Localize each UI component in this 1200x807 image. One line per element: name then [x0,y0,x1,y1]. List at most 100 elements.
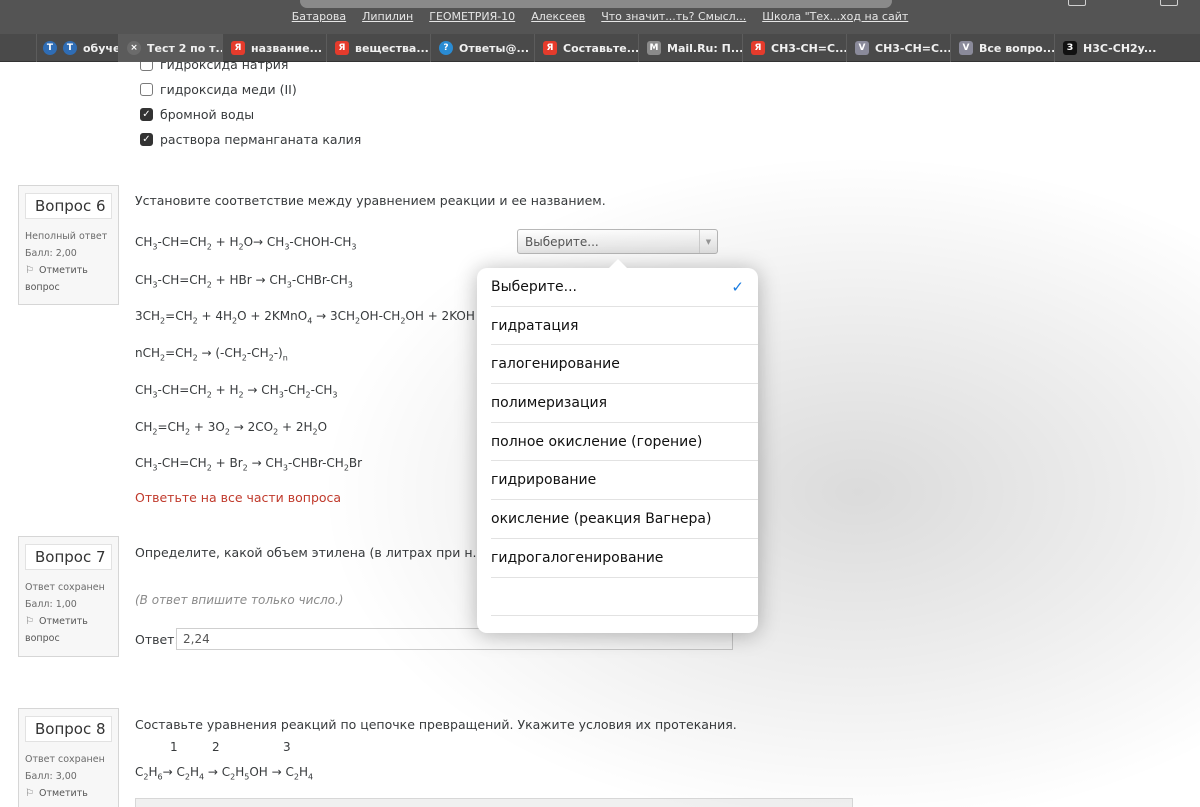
yandex-icon: Я [543,41,557,55]
question-text: Составьте уравнения реакций по цепочке п… [135,717,737,732]
editor-toolbar[interactable] [135,798,853,807]
checkbox-option[interactable]: гидроксида натрия [140,62,288,72]
yandex-icon: Я [335,41,349,55]
match-select[interactable]: Выберите... ▼ [517,229,718,254]
tab-label: Составьте... [563,41,638,55]
bookmark-link[interactable]: Школа "Тех...ход на сайт [762,10,908,30]
select-options-popover: Выберите... ✓ гидратация галогенирование… [477,259,758,633]
bookmark-link[interactable]: Что значит...ть? Смысл... [601,10,746,30]
option-label: гидрирование [491,472,597,489]
checkbox[interactable] [140,62,153,71]
tab-label: обучен [83,41,118,55]
dropdown-option[interactable]: гидрирование [491,461,758,501]
question-score: Балл: 1,00 [25,599,77,610]
checkbox-option[interactable]: гидроксида меди (II) [140,82,297,97]
address-bar[interactable] [300,0,892,8]
tab-label: вещества... [355,41,429,55]
question-number: Вопрос 7 [25,544,112,570]
tab-label: H3C-CH2y... [1083,41,1157,55]
vk-icon: V [855,41,869,55]
checkbox-option[interactable]: ✓ бромной воды [140,107,254,122]
question-score: Балл: 3,00 [25,771,77,782]
mail-icon: M [647,41,661,55]
tabs-overview-icon[interactable] [1160,0,1178,6]
flag-question-link[interactable]: ⚐ Отметить вопрос [25,262,112,296]
dropdown-option[interactable]: окисление (реакция Вагнера) [491,500,758,539]
dropdown-option-empty [491,578,758,617]
bookmark-link[interactable]: Липилин [362,10,413,30]
option-label: гидроксида меди (II) [160,82,297,97]
option-label: полное окисление (горение) [491,433,703,450]
flag-icon: ⚐ [25,616,34,627]
options-list: Выберите... ✓ гидратация галогенирование… [477,268,758,617]
browser-tab[interactable]: Я CH3-CH=C... [742,34,846,62]
reaction-equation: CH3-CH=CH2 + Br2 → CH3-CHBr-CH2Br [135,456,363,473]
popover-caret [608,259,628,269]
bookmark-link[interactable]: Алексеев [531,10,585,30]
browser-toolbar: Батарова Липилин ГЕОМЕТРИЯ-10 Алексеев Ч… [0,0,1200,34]
option-label: гидратация [491,317,579,334]
question-number: Вопрос 6 [25,193,112,219]
reaction-equation: CH3-CH=CH2 + H2O→ CH3-CHOH-CH3 [135,235,357,252]
option-label: галогенирование [491,356,620,373]
tab-favicon-icon: T [63,41,77,55]
flag-icon: ⚐ [25,788,34,799]
browser-tab[interactable]: ? Ответы@... [430,34,534,62]
browser-tab-active[interactable]: × Тест 2 по т... [118,34,222,62]
close-tab-icon[interactable]: × [127,41,141,55]
checkbox-option[interactable]: ✓ раствора перманганата калия [140,132,361,147]
browser-tab[interactable]: Я вещества... [326,34,430,62]
tab-label: CH3-CH=C... [875,41,950,55]
bookmark-link[interactable]: ГЕОМЕТРИЯ-10 [429,10,515,30]
dropdown-option[interactable]: гидрогалогенирование [491,539,758,578]
browser-tab[interactable]: T T обучен [36,34,118,62]
validation-warning: Ответьте на все части вопроса [135,490,342,505]
tab-label: Тест 2 по т... [147,41,222,55]
share-icon[interactable] [1068,0,1086,6]
option-label: бромной воды [160,107,255,122]
checkbox-checked[interactable]: ✓ [140,133,153,146]
flag-icon: ⚐ [25,265,34,276]
yandex-icon: Я [751,41,765,55]
option-label: полимеризация [491,394,607,411]
checkmark-icon: ✓ [731,277,744,296]
question-info-panel: Вопрос 6 Неполный ответ Балл: 2,00 ⚐ Отме… [18,185,119,305]
dropdown-option-selected[interactable]: Выберите... ✓ [491,268,758,307]
tab-favicon-icon: T [43,41,57,55]
browser-tab[interactable]: M Mail.Ru: П... [638,34,742,62]
tab-label: Все вопро... [979,41,1054,55]
dropdown-option[interactable]: полное окисление (горение) [491,423,758,462]
option-label: раствора перманганата калия [160,132,362,147]
browser-tab[interactable]: Я название... [222,34,326,62]
tab-label: название... [251,41,323,55]
question-number: Вопрос 8 [25,716,112,742]
browser-tab[interactable]: V Все вопро... [950,34,1054,62]
step-number: 3 [283,740,291,754]
flag-question-link[interactable]: ⚐ Отметить [25,785,112,802]
vk-icon: V [959,41,973,55]
question-icon: ? [439,41,453,55]
flag-label: Отметить вопрос [25,616,88,644]
tab-label: Ответы@... [459,41,530,55]
checkbox[interactable] [140,83,153,96]
reaction-chain: C2H6→ C2H4 → C2H5OH → C2H4 [135,765,314,782]
question-score: Балл: 2,00 [25,248,77,259]
step-number: 2 [212,740,220,754]
browser-tab[interactable]: V CH3-CH=C... [846,34,950,62]
browser-tab[interactable]: З H3C-CH2y... [1054,34,1158,62]
dropdown-option[interactable]: галогенирование [491,345,758,385]
dropdown-option[interactable]: полимеризация [491,384,758,423]
checkbox-checked[interactable]: ✓ [140,108,153,121]
flag-label: Отметить [38,788,88,799]
reaction-equation: CH3-CH=CH2 + H2 → CH3-CH2-CH3 [135,383,338,400]
reaction-equation: CH3-CH=CH2 + HBr → CH3-CHBr-CH3 [135,273,353,290]
znanija-icon: З [1063,41,1077,55]
question-status: Неполный ответ [25,231,108,242]
option-label: гидроксида натрия [160,62,289,72]
flag-question-link[interactable]: ⚐ Отметить вопрос [25,613,112,647]
option-label: окисление (реакция Вагнера) [491,510,712,527]
dropdown-option[interactable]: гидратация [491,307,758,346]
bookmark-link[interactable]: Батарова [292,10,346,30]
question-status: Ответ сохранен [25,582,105,593]
browser-tab[interactable]: Я Составьте... [534,34,638,62]
